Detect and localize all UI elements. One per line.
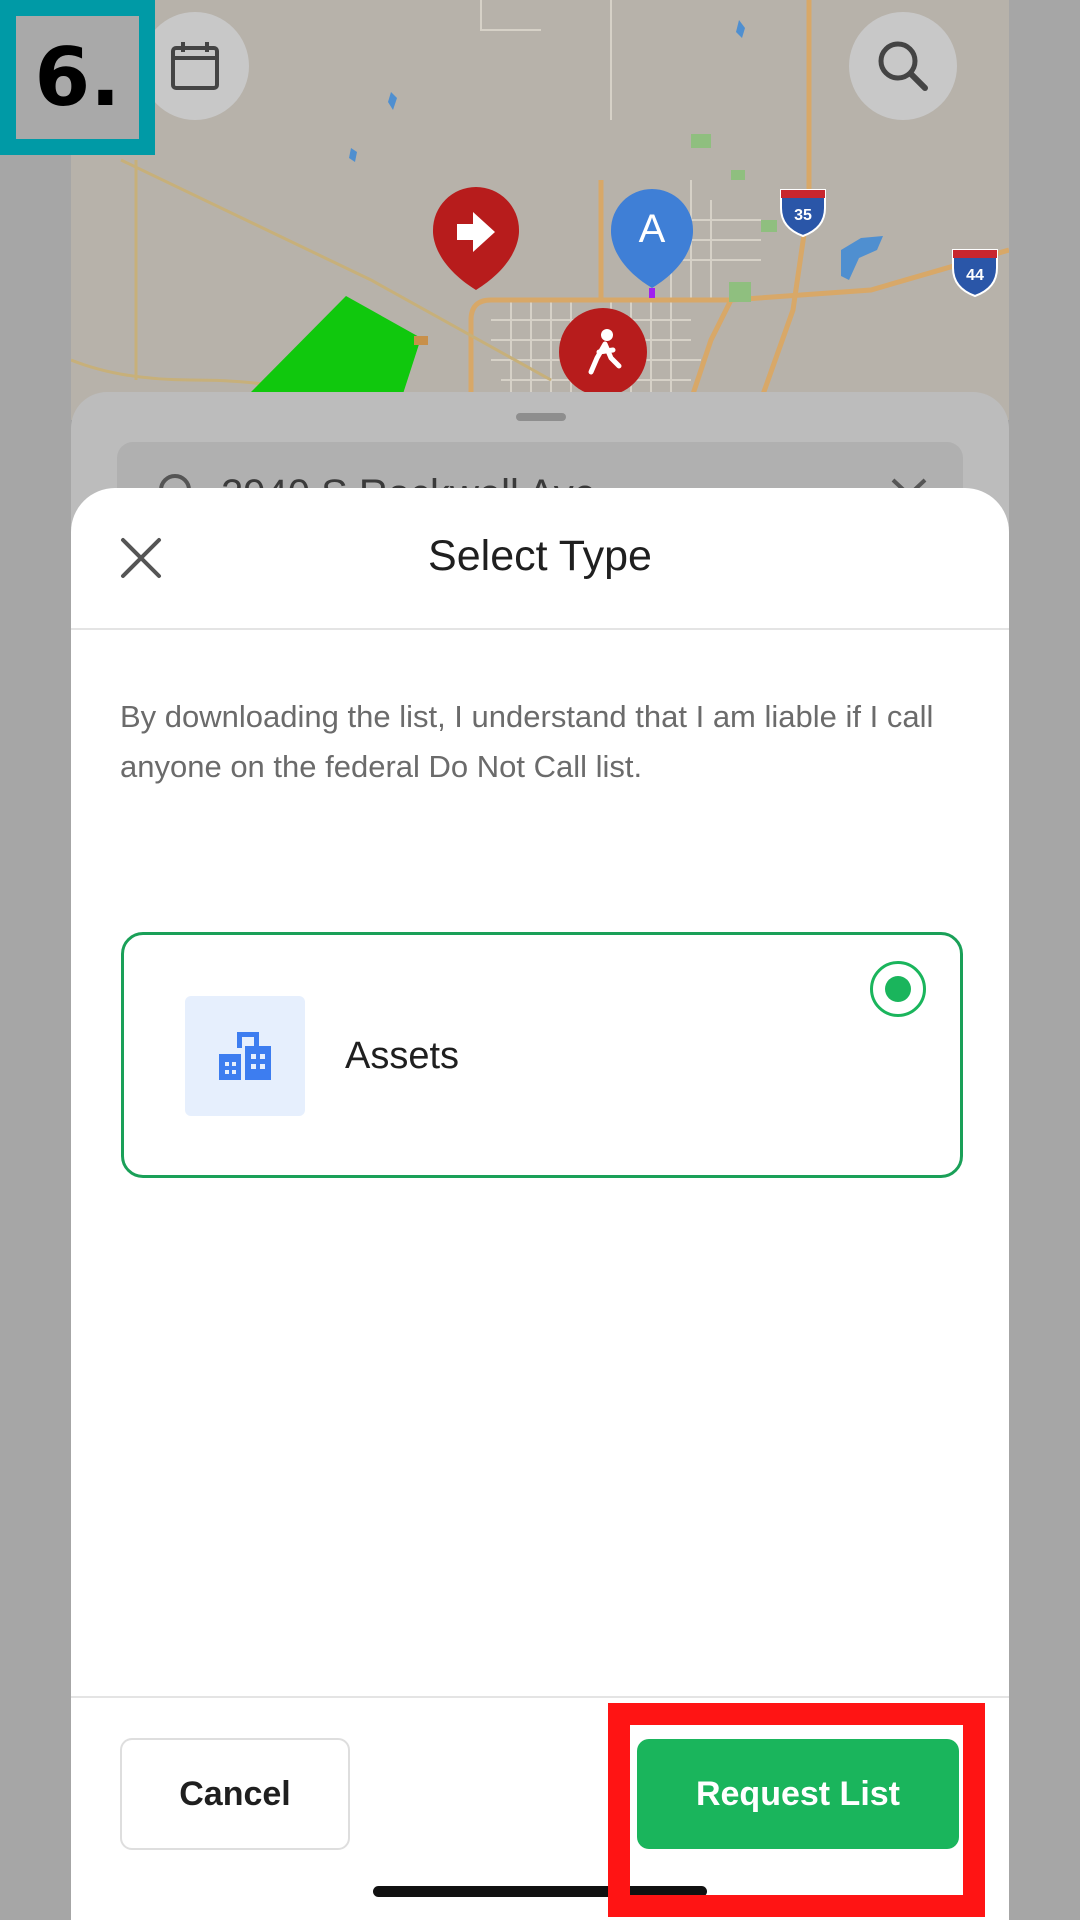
type-option-label: Assets [345,1035,460,1077]
highlight-box [608,1703,985,1917]
building-icon [219,1032,271,1080]
svg-text:A: A [639,207,666,251]
phone-screen: 35 44 A Select Type By downloading the l… [71,0,1009,1920]
search-icon [878,41,928,91]
calendar-icon [171,42,219,90]
step-badge: 6. [0,0,155,155]
cancel-button[interactable]: Cancel [120,1738,350,1850]
footer-divider [71,1696,1009,1698]
type-option-assets[interactable]: Assets [121,932,963,1178]
dnc-disclaimer-text: By downloading the list, I understand th… [120,699,934,784]
calendar-button[interactable] [141,12,249,120]
asset-icon-tile [185,996,305,1116]
svg-text:35: 35 [794,207,812,224]
step-number: 6. [16,16,139,139]
modal-header: Select Type [71,488,1009,630]
radio-selected-dot [885,976,911,1002]
type-option-radio[interactable] [870,961,926,1017]
sheet-grabber[interactable] [516,413,566,421]
map-pin-pedestrian[interactable] [559,308,647,396]
modal-title: Select Type [428,532,652,580]
map-search-button[interactable] [849,12,957,120]
svg-text:44: 44 [966,267,984,284]
